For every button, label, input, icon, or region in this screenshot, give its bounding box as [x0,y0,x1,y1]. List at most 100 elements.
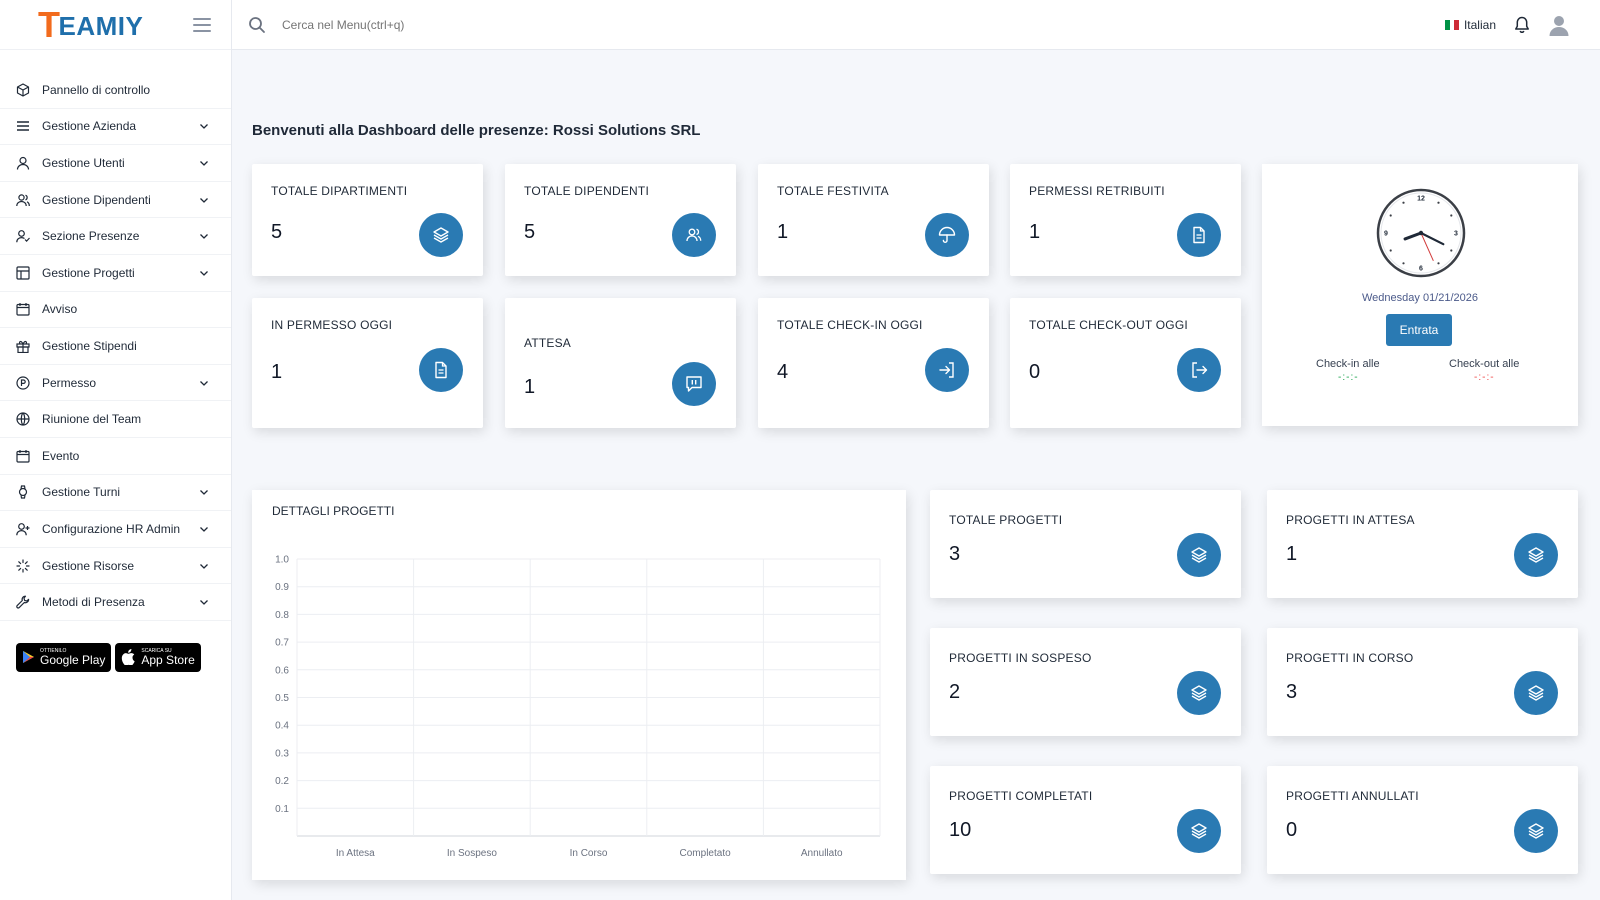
layers-icon[interactable] [1514,809,1558,853]
clock-tick [1402,262,1405,265]
sidebar-item-riunione-del-team[interactable]: Riunione del Team [0,401,231,438]
sidebar-item-gestione-azienda[interactable]: Gestione Azienda [0,109,231,146]
clock-tick [1402,201,1405,204]
italy-flag-icon [1444,19,1459,30]
attendance-clock-card: 3 6 9 12 Wednesday 01/21/2026 Entrata Check… [1262,164,1578,426]
y-tick-label: 0.1 [275,804,289,815]
chevron-down-icon [200,600,208,606]
y-tick-label: 0.8 [275,610,289,621]
sidebar-item-label: Permesso [42,375,97,390]
layers-icon[interactable] [1177,533,1221,577]
language-selector[interactable]: Italian [1444,17,1496,32]
chevron-down-icon [200,526,208,532]
umbrella-icon[interactable] [925,213,969,257]
logo-t: T [38,3,61,45]
layers-icon[interactable] [419,213,463,257]
y-tick-label: 0.4 [275,721,289,732]
project-card-totale-progetti: TOTALE PROGETTI 3 [930,490,1241,598]
store-badges: OTTIENILO Google Play Scarica su App Sto… [0,621,231,672]
chevron-down-icon [200,161,208,166]
google-play-button[interactable]: OTTIENILO Google Play [16,642,112,672]
sidebar-item-label: Configurazione HR Admin [42,521,181,536]
sidebar-item-evento[interactable]: Evento [0,438,231,475]
chevron-down-icon [200,124,208,130]
search-input[interactable] [282,17,682,32]
layers-icon[interactable] [1514,533,1558,577]
sidebar-item-gestione-dipendenti[interactable]: Gestione Dipendenti [0,182,231,219]
layers-icon[interactable] [1177,671,1221,715]
bell-icon[interactable] [1514,16,1530,34]
sidebar-item-gestione-stipendi[interactable]: Gestione Stipendi [0,328,231,365]
project-stat-value: 1 [1286,543,1298,565]
document-icon[interactable] [419,348,463,392]
sidebar-item-avviso[interactable]: Avviso [0,292,231,329]
page-title: Benvenuti alla Dashboard delle presenze:… [252,122,701,139]
users-icon [16,193,30,206]
stat-value: 0 [1029,361,1041,383]
stat-value: 4 [777,361,789,383]
stat-title: ATTESA [524,336,571,350]
google-play-label: Google Play [40,652,106,667]
layers-icon[interactable] [1177,809,1221,853]
stat-title: TOTALE CHECK-OUT OGGI [1029,318,1188,332]
project-stat-title: PROGETTI IN SOSPESO [949,651,1092,665]
logout-icon[interactable] [1177,348,1221,392]
app-logo[interactable]: T EAMIY [38,3,143,45]
checkin-time: -:-:- [1338,372,1359,383]
x-tick-label: In Sospeso [447,848,497,859]
user-check-icon [16,230,30,243]
app-store-label: App Store [141,652,195,667]
message-pause-icon[interactable] [672,362,716,406]
sidebar-item-gestione-utenti[interactable]: Gestione Utenti [0,145,231,182]
project-stat-value: 3 [949,543,961,565]
document-icon[interactable] [1177,213,1221,257]
sidebar: T EAMIY Pannello di controllo Gestione Az… [0,0,232,900]
search-icon[interactable] [248,16,266,34]
project-stat-value: 3 [1286,681,1298,703]
stat-title: TOTALE DIPENDENTI [524,184,649,198]
x-tick-label: In Corso [570,848,608,859]
sidebar-item-metodi-di-presenza[interactable]: Metodi di Presenza [0,584,231,621]
users-icon[interactable] [672,213,716,257]
check-in-button[interactable]: Entrata [1386,314,1452,346]
project-stat-value: 10 [949,819,972,841]
language-label: Italian [1463,17,1496,32]
layers-icon[interactable] [1514,671,1558,715]
cube-icon [16,83,30,97]
app-store-button[interactable]: Scarica su App Store [115,642,201,672]
circle-p-icon [16,375,30,390]
apple-icon [122,649,135,666]
user-avatar-icon[interactable] [1548,14,1570,36]
stat-title: IN PERMESSO OGGI [271,318,393,332]
clock-tick [1389,214,1392,217]
login-icon[interactable] [925,348,969,392]
sidebar-item-configurazione-hr-admin[interactable]: Configurazione HR Admin [0,511,231,548]
sidebar-item-gestione-risorse[interactable]: Gestione Risorse [0,548,231,585]
y-tick-label: 0.2 [275,776,289,787]
x-tick-label: In Attesa [336,848,375,859]
sidebar-item-permesso[interactable]: Permesso [0,365,231,402]
bars-icon [17,121,29,132]
y-tick-label: 0.6 [275,665,289,676]
sidebar-item-sezione-presenze[interactable]: Sezione Presenze [0,218,231,255]
calendar-icon [16,303,30,316]
sidebar-item-pannello-di-controllo[interactable]: Pannello di controllo [0,72,231,109]
sidebar-item-label: Gestione Dipendenti [42,192,151,207]
y-tick-label: 0.7 [275,638,289,649]
stat-card-totale-dipartimenti: TOTALE DIPARTIMENTI 5 [252,164,483,276]
gift-icon [16,340,30,353]
stat-value: 1 [271,361,283,383]
stat-card-totale-check-out-oggi: TOTALE CHECK-OUT OGGI 0 [1010,298,1241,428]
chevron-down-icon [200,197,208,203]
sidebar-item-gestione-progetti[interactable]: Gestione Progetti [0,255,231,292]
sidebar-item-label: Gestione Progetti [42,265,135,280]
hamburger-menu-icon[interactable] [193,17,211,32]
stat-card-attesa: ATTESA 1 [505,298,736,428]
user-icon [16,156,30,170]
sidebar-item-gestione-turni[interactable]: Gestione Turni [0,475,231,512]
stat-card-totale-check-in-oggi: TOTALE CHECK-IN OGGI 4 [758,298,989,428]
clock-number: 6 [1419,266,1423,273]
y-tick-label: 0.5 [275,693,289,704]
project-stat-value: 0 [1286,819,1298,841]
project-stat-title: PROGETTI ANNULLATI [1286,789,1419,803]
